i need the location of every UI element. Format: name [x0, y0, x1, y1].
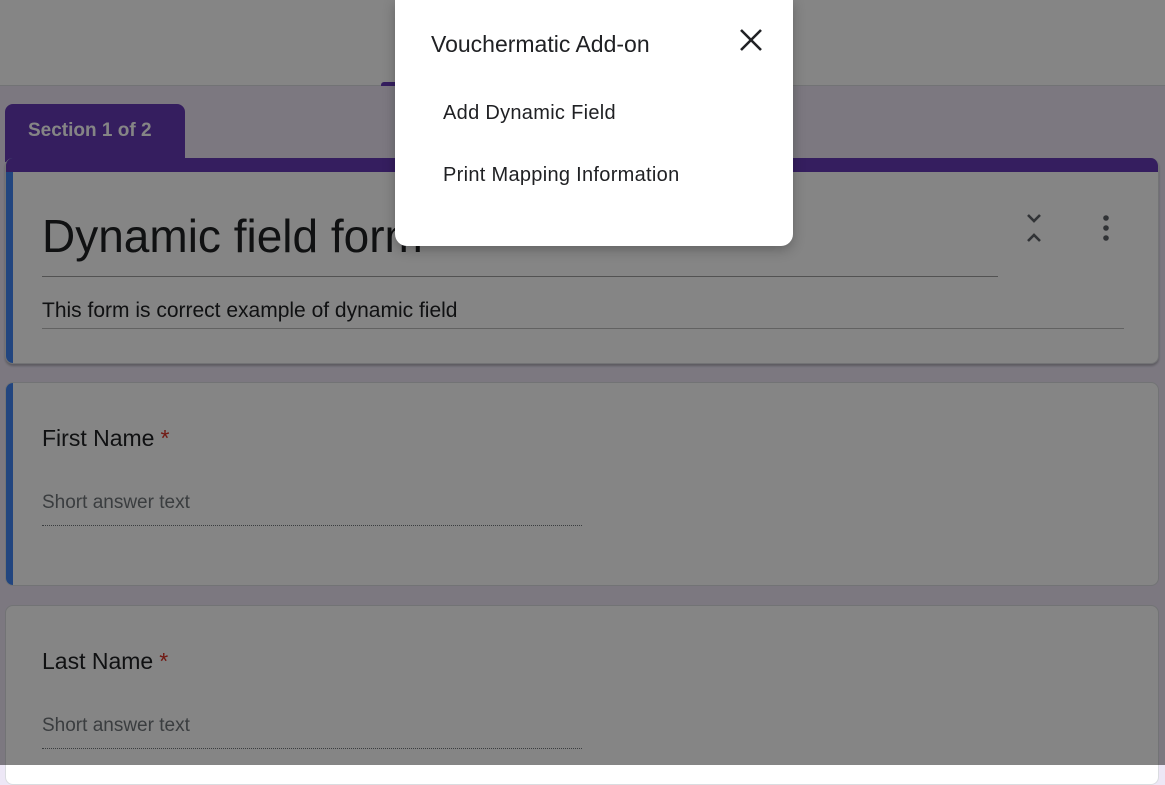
dialog-title: Vouchermatic Add-on	[431, 31, 650, 57]
menu-item-add-dynamic-field[interactable]: Add Dynamic Field	[443, 100, 616, 126]
menu-item-print-mapping-information[interactable]: Print Mapping Information	[443, 162, 680, 188]
addon-dialog: Vouchermatic Add-on Add Dynamic Field Pr…	[395, 0, 793, 246]
close-button[interactable]	[735, 24, 767, 56]
close-icon	[740, 29, 762, 51]
